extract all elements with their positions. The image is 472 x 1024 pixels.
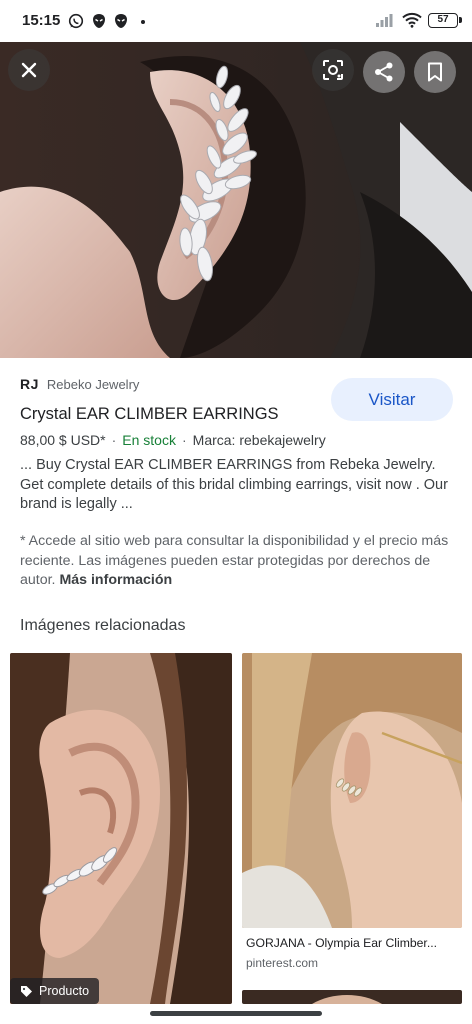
product-badge-label: Producto — [39, 984, 90, 998]
related-image-3[interactable] — [242, 990, 462, 1004]
bookmark-button[interactable] — [414, 51, 456, 93]
product-snippet: ... Buy Crystal EAR CLIMBER EARRINGS fro… — [20, 457, 448, 512]
brand: Marca: rebekajewelry — [192, 432, 326, 448]
home-indicator[interactable] — [150, 1011, 322, 1016]
status-time: 15:15 — [22, 12, 61, 29]
related-image-1[interactable] — [10, 653, 232, 1004]
related-image-2[interactable] — [242, 653, 462, 928]
related-images-heading: Imágenes relacionadas — [20, 617, 186, 634]
share-icon — [375, 62, 393, 82]
related-image-2-title[interactable]: GORJANA - Olympia Ear Climber... — [246, 936, 460, 950]
close-button[interactable] — [8, 49, 50, 91]
visit-button[interactable]: Visitar — [331, 378, 453, 421]
lens-icon — [323, 60, 343, 80]
related-image-2-source: pinterest.com — [246, 956, 319, 970]
ear-climber-photo-2 — [242, 653, 462, 928]
product-title[interactable]: Crystal EAR CLIMBER EARRINGS — [20, 405, 279, 424]
more-info-link[interactable]: Más información — [59, 572, 172, 588]
related-photo-3 — [242, 990, 462, 1004]
dot-icon — [141, 20, 145, 24]
wifi-icon — [402, 12, 422, 28]
battery-icon: 57 — [428, 12, 462, 28]
grindr-icon — [115, 14, 127, 28]
status-right: 57 — [376, 12, 462, 28]
source-name: Rebeko Jewelry — [46, 376, 140, 392]
grindr-icon — [93, 14, 105, 28]
whatsapp-icon — [68, 13, 84, 29]
source-logo: RJ — [20, 376, 39, 392]
disclaimer: * Accede al sitio web para consultar la … — [20, 532, 456, 591]
product-price: 88,00 $ USD* — [20, 432, 106, 448]
status-bar: 15:15 57 — [0, 0, 472, 44]
ear-climber-photo-1 — [10, 653, 232, 1004]
signal-icon — [376, 14, 393, 27]
bookmark-icon — [428, 62, 442, 82]
hero-image — [0, 42, 472, 358]
tag-icon — [21, 985, 32, 997]
close-icon — [21, 62, 37, 78]
ear-climber-photo — [0, 42, 472, 358]
lens-button[interactable] — [312, 49, 354, 91]
stock-status: En stock — [122, 432, 176, 448]
product-meta: 88,00 $ USD* · En stock · Marca: rebekajewel… — [20, 432, 326, 448]
product-badge: Producto — [10, 978, 100, 1004]
source-row[interactable]: RJ Rebeko Jewelry — [20, 376, 139, 392]
share-button[interactable] — [363, 51, 405, 93]
